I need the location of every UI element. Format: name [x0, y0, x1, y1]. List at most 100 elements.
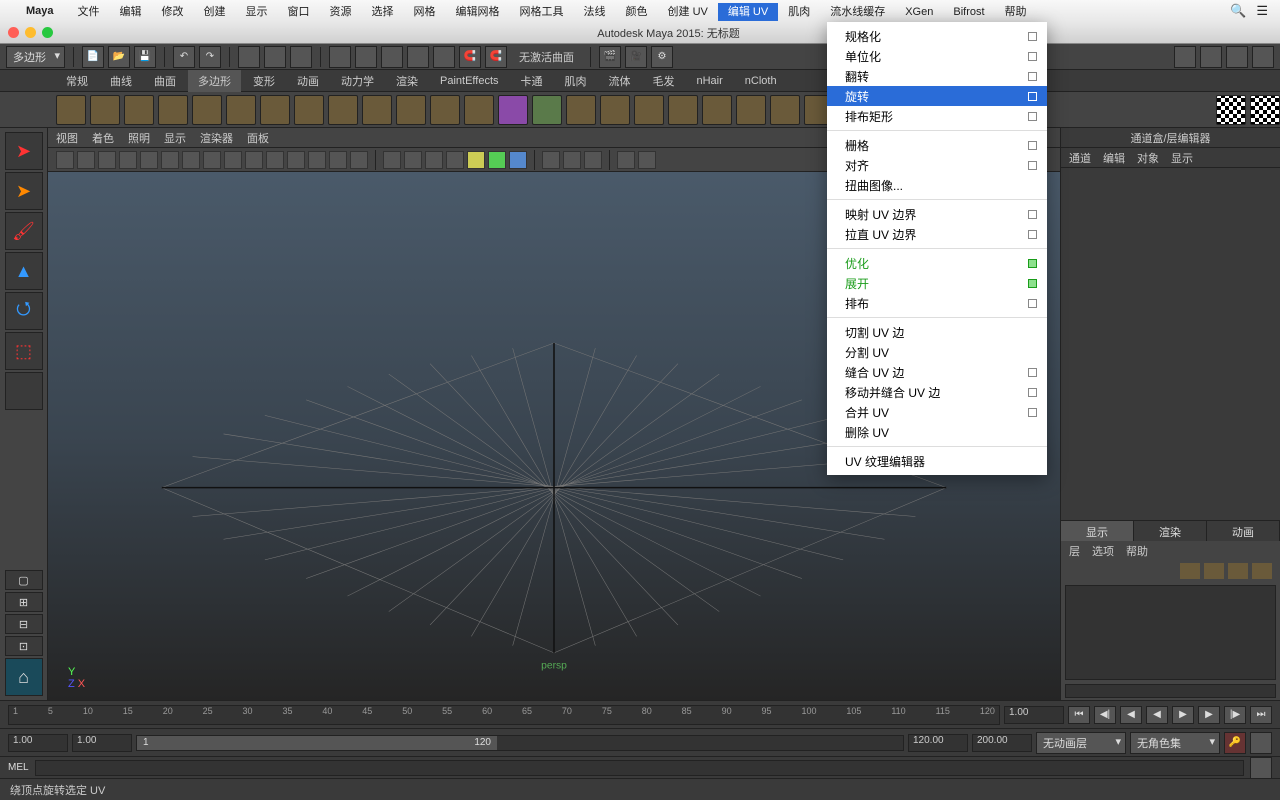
vp-renderer-menu[interactable]: 渲染器 [200, 130, 233, 146]
layout-four-icon[interactable]: ⊞ [5, 592, 43, 612]
vp-film-icon[interactable] [119, 151, 137, 169]
separate-icon[interactable] [566, 95, 596, 125]
menu-网格[interactable]: 网格 [404, 3, 446, 21]
lasso-tool[interactable]: ➤ [5, 172, 43, 210]
mirror-icon[interactable] [702, 95, 732, 125]
vp-xray-icon[interactable] [404, 151, 422, 169]
menu-法线[interactable]: 法线 [574, 3, 616, 21]
menuitem-旋转[interactable]: 旋转 [827, 86, 1047, 106]
sculpt-icon[interactable] [498, 95, 528, 125]
vp-gate-icon[interactable] [140, 151, 158, 169]
menu-创建 UV[interactable]: 创建 UV [658, 3, 718, 21]
layout-persp-icon[interactable]: ⊟ [5, 614, 43, 634]
combine-icon[interactable] [532, 95, 562, 125]
uv-checker-icon[interactable] [1216, 95, 1246, 125]
shelf-tab-曲线[interactable]: 曲线 [100, 70, 142, 92]
menuitem-删除 UV[interactable]: 删除 UV [827, 422, 1047, 442]
vp-ao-icon[interactable] [287, 151, 305, 169]
render-settings-icon[interactable]: ⚙ [651, 46, 673, 68]
cube-icon[interactable] [90, 95, 120, 125]
bridge-icon[interactable] [634, 95, 664, 125]
menu-肌肉[interactable]: 肌肉 [778, 3, 820, 21]
cb-tab-edit[interactable]: 编辑 [1103, 150, 1125, 166]
shelf-tab-动力学[interactable]: 动力学 [331, 70, 384, 92]
vp-t-icon[interactable] [350, 151, 368, 169]
vp-wire-icon[interactable] [203, 151, 221, 169]
menuitem-对齐[interactable]: 对齐 [827, 155, 1047, 175]
option-box-icon[interactable] [1028, 32, 1037, 41]
menu-创建[interactable]: 创建 [194, 3, 236, 21]
prefs-icon[interactable] [1250, 732, 1272, 754]
uv-editor-icon[interactable] [1250, 95, 1280, 125]
menu-网格工具[interactable]: 网格工具 [510, 3, 574, 21]
vp-shade-icon[interactable] [182, 151, 200, 169]
redo-icon[interactable]: ↷ [199, 46, 221, 68]
vp-motion-icon[interactable] [308, 151, 326, 169]
layer-scrollbar[interactable] [1065, 684, 1276, 698]
menu-资源[interactable]: 资源 [320, 3, 362, 21]
vp-dof-icon[interactable] [584, 151, 602, 169]
vp-light-g-icon[interactable] [488, 151, 506, 169]
vp-view-menu[interactable]: 视图 [56, 130, 78, 146]
autokey-button[interactable]: 🔑 [1224, 732, 1246, 754]
option-box-icon[interactable] [1028, 161, 1037, 170]
shelf-tab-PaintEffects[interactable]: PaintEffects [430, 72, 509, 90]
option-box-icon[interactable] [1028, 210, 1037, 219]
next-key-button[interactable]: |▶ [1224, 706, 1246, 724]
layer-tab-display[interactable]: 显示 [1061, 521, 1134, 541]
vp-light-y-icon[interactable] [467, 151, 485, 169]
layer-menu-help[interactable]: 帮助 [1126, 543, 1148, 557]
bevel-icon[interactable] [668, 95, 698, 125]
snap-live-icon[interactable] [433, 46, 455, 68]
menuitem-展开[interactable]: 展开 [827, 273, 1047, 293]
shelf-tab-毛发[interactable]: 毛发 [643, 70, 685, 92]
vp-lighting-menu[interactable]: 照明 [128, 130, 150, 146]
menu-修改[interactable]: 修改 [152, 3, 194, 21]
option-box-icon[interactable] [1028, 112, 1037, 121]
menu-显示[interactable]: 显示 [236, 3, 278, 21]
platonic-icon[interactable] [430, 95, 460, 125]
panel-layout3-icon[interactable] [1226, 46, 1248, 68]
menuitem-排布[interactable]: 排布 [827, 293, 1047, 313]
option-box-icon[interactable] [1028, 141, 1037, 150]
vp-tex-icon[interactable] [224, 151, 242, 169]
menuitem-切割 UV 边[interactable]: 切割 UV 边 [827, 322, 1047, 342]
range-end-field[interactable]: 120.00 [908, 734, 968, 752]
close-button[interactable] [8, 27, 19, 38]
triangulate-icon[interactable] [770, 95, 800, 125]
vp-camera-icon[interactable] [56, 151, 74, 169]
ipr-icon[interactable]: 🎥 [625, 46, 647, 68]
panel-layout1-icon[interactable] [1174, 46, 1196, 68]
snap-curve-icon[interactable] [355, 46, 377, 68]
magnet2-icon[interactable]: 🧲 [485, 46, 507, 68]
menuitem-优化[interactable]: 优化 [827, 253, 1047, 273]
vp-joint-icon[interactable] [425, 151, 443, 169]
menuitem-规格化[interactable]: 规格化 [827, 26, 1047, 46]
type-icon[interactable] [464, 95, 494, 125]
rotate-tool[interactable]: ⭯ [5, 292, 43, 330]
time-slider[interactable]: 1510152025303540455055606570758085909510… [8, 705, 1000, 725]
sphere-icon[interactable] [56, 95, 86, 125]
layer-new-icon[interactable] [1180, 563, 1200, 579]
select-obj-icon[interactable] [264, 46, 286, 68]
menuitem-合并 UV[interactable]: 合并 UV [827, 402, 1047, 422]
paint-select-tool[interactable]: 🖌 [5, 212, 43, 250]
menu-文件[interactable]: 文件 [68, 3, 110, 21]
cmd-label[interactable]: MEL [8, 762, 29, 773]
soccer-icon[interactable] [396, 95, 426, 125]
menu-选择[interactable]: 选择 [362, 3, 404, 21]
script-editor-icon[interactable] [1250, 757, 1272, 779]
shelf-tab-曲面[interactable]: 曲面 [144, 70, 186, 92]
layer-tab-render[interactable]: 渲染 [1134, 521, 1207, 541]
render-icon[interactable]: 🎬 [599, 46, 621, 68]
save-scene-icon[interactable]: 💾 [134, 46, 156, 68]
menuitem-单位化[interactable]: 单位化 [827, 46, 1047, 66]
snap-point-icon[interactable] [381, 46, 403, 68]
app-name[interactable]: Maya [26, 5, 54, 17]
prev-frame-button[interactable]: ◀ [1120, 706, 1142, 724]
option-box-icon[interactable] [1028, 299, 1037, 308]
character-set-combo[interactable]: 无角色集 [1130, 732, 1220, 754]
range-slider[interactable]: 1 120 [136, 735, 904, 751]
vp-shadow-icon[interactable] [266, 151, 284, 169]
shelf-tab-流体[interactable]: 流体 [599, 70, 641, 92]
